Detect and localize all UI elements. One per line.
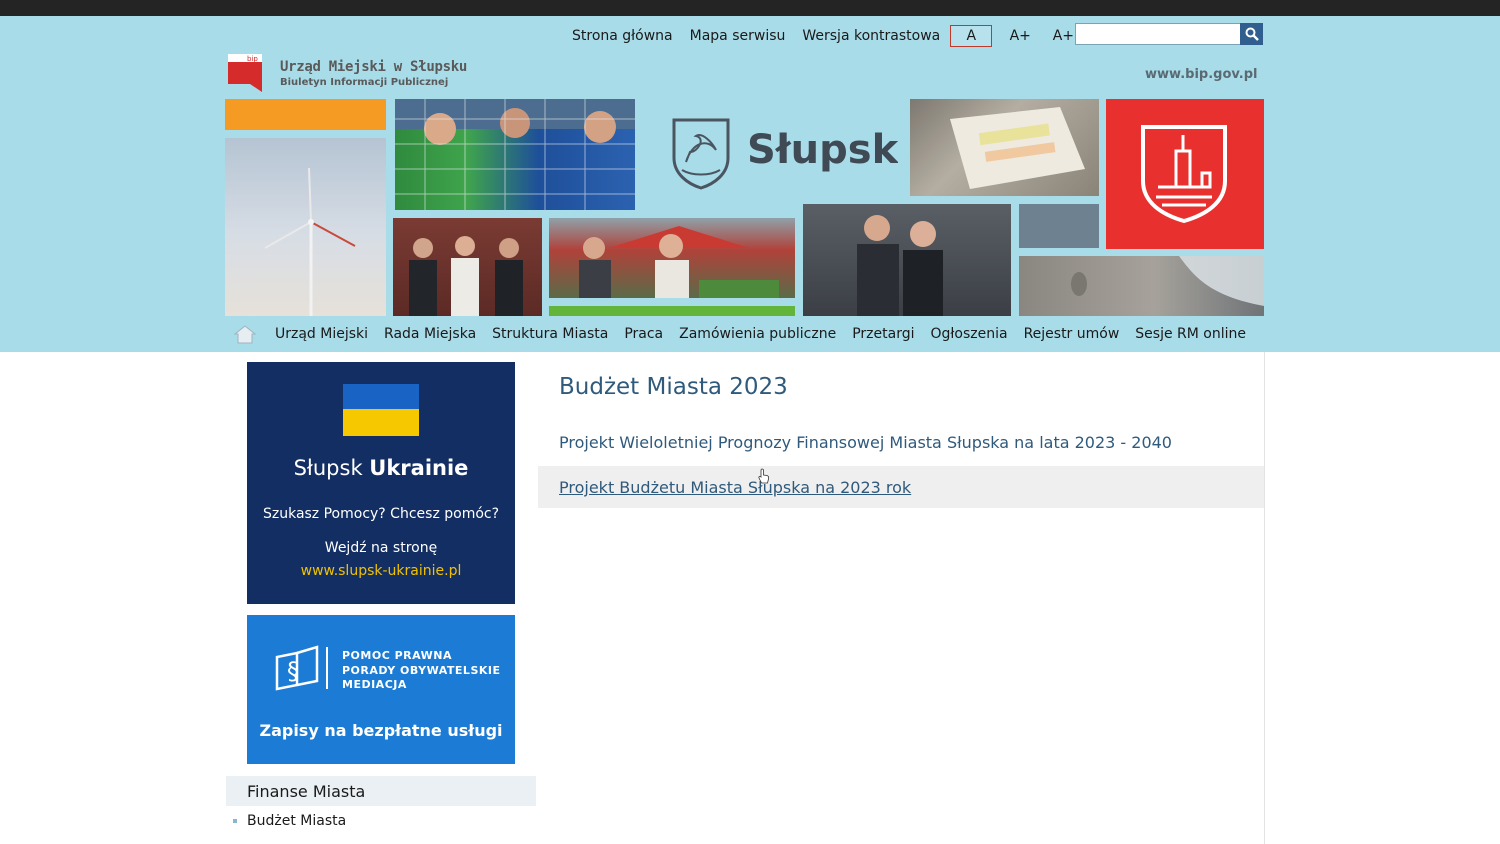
sidebar-item-label: Budżet Miasta [247, 813, 347, 829]
search-box [1075, 23, 1263, 45]
home-icon[interactable] [233, 324, 257, 344]
home-page-link[interactable]: Strona główna [572, 28, 673, 44]
search-input[interactable] [1075, 23, 1247, 45]
main-navigation: Urząd Miejski Rada Miejska Struktura Mia… [233, 322, 1262, 346]
green-strip [549, 306, 795, 316]
ukraine-flag-icon [343, 384, 419, 409]
city-name-heading: Słupsk [747, 127, 899, 173]
bullet-icon [233, 819, 237, 823]
search-button[interactable] [1240, 23, 1263, 45]
red-crest-tile [1106, 99, 1264, 249]
nav-zamowienia-publiczne[interactable]: Zamówienia publiczne [679, 326, 836, 342]
sidebar-item-budzet-miasta[interactable]: Budżet Miasta [233, 813, 346, 829]
documents-photo [910, 99, 1099, 196]
bip-logo[interactable]: bip Urząd Miejski w Słupsku Biuletyn Inf… [228, 54, 468, 94]
nav-praca[interactable]: Praca [624, 326, 663, 342]
nav-struktura-miasta[interactable]: Struktura Miasta [492, 326, 608, 342]
nav-przetargi[interactable]: Przetargi [852, 326, 914, 342]
font-size-large-button[interactable]: A+ [1006, 26, 1034, 46]
grey-tile [1019, 204, 1099, 248]
officials-photo [393, 218, 542, 316]
nav-rada-miejska[interactable]: Rada Miejska [384, 326, 476, 342]
bip-flag-icon: bip [228, 54, 262, 92]
ukraine-banner-cta: Wejdź na stronę [324, 540, 438, 556]
ukraine-help-banner[interactable]: Słupsk Ukrainie Szukasz Pomocy? Chcesz p… [247, 362, 515, 604]
page-title: Budżet Miasta 2023 [559, 374, 788, 400]
site-map-link[interactable]: Mapa serwisu [690, 28, 786, 44]
legal-paragraph-icon: § [275, 645, 328, 691]
sidebar-section-header: Finanse Miasta [226, 776, 536, 806]
ukraine-banner-question: Szukasz Pomocy? Chcesz pomóc? [262, 506, 500, 522]
legal-aid-cta: Zapisy na bezpłatne usługi [259, 721, 503, 740]
top-utility-links: Strona główna Mapa serwisu Wersja kontra… [572, 25, 1086, 47]
legal-aid-line-2: PORADY OBYWATELSKIE [342, 663, 501, 677]
logo-title: Urząd Miejski w Słupsku [280, 59, 467, 75]
legal-aid-lines: POMOC PRAWNA PORADY OBYWATELSKIE MEDIACJ… [342, 649, 501, 693]
hand-pointer-icon [758, 468, 770, 484]
svg-text:§: § [287, 657, 299, 685]
market-photo [549, 218, 795, 298]
top-dark-bar [0, 0, 1500, 16]
legal-aid-line-3: MEDIACJA [342, 678, 407, 691]
sidebar-section-title: Finanse Miasta [247, 782, 366, 801]
bip-gov-link[interactable]: www.bip.gov.pl [1145, 67, 1258, 82]
font-size-normal-button[interactable]: A [950, 25, 993, 47]
ukraine-banner-title: Słupsk Ukrainie [293, 456, 469, 480]
budzet-projekt-link[interactable]: Projekt Budżetu Miasta Słupska na 2023 r… [559, 478, 911, 497]
legal-aid-banner[interactable]: § POMOC PRAWNA PORADY OBYWATELSKIE MEDIA… [247, 615, 515, 764]
ukraine-banner-url[interactable]: www.slupsk-ukrainie.pl [247, 563, 515, 579]
wind-turbine-photo [225, 138, 386, 316]
contrast-version-link[interactable]: Wersja kontrastowa [802, 28, 940, 44]
wpf-projekt-link[interactable]: Projekt Wieloletniej Prognozy Finansowej… [559, 433, 1172, 452]
main-content [538, 352, 1265, 844]
svg-text:bip: bip [247, 55, 258, 63]
event-couple-photo [803, 204, 1011, 316]
nav-rejestr-umow[interactable]: Rejestr umów [1024, 326, 1120, 342]
football-players-photo [395, 99, 635, 210]
nav-sesje-rm-online[interactable]: Sesje RM online [1135, 326, 1246, 342]
ukraine-flag-lower [343, 409, 419, 436]
nav-urzad-miejski[interactable]: Urząd Miejski [275, 326, 368, 342]
search-icon [1245, 27, 1259, 41]
logo-subtitle: Biuletyn Informacji Publicznej [280, 77, 449, 88]
city-crest-emblem [668, 112, 734, 190]
legal-aid-line-1: POMOC PRAWNA [342, 649, 453, 662]
nav-ogloszenia[interactable]: Ogłoszenia [931, 326, 1008, 342]
beach-photo [1019, 256, 1264, 316]
orange-strip [225, 99, 386, 130]
